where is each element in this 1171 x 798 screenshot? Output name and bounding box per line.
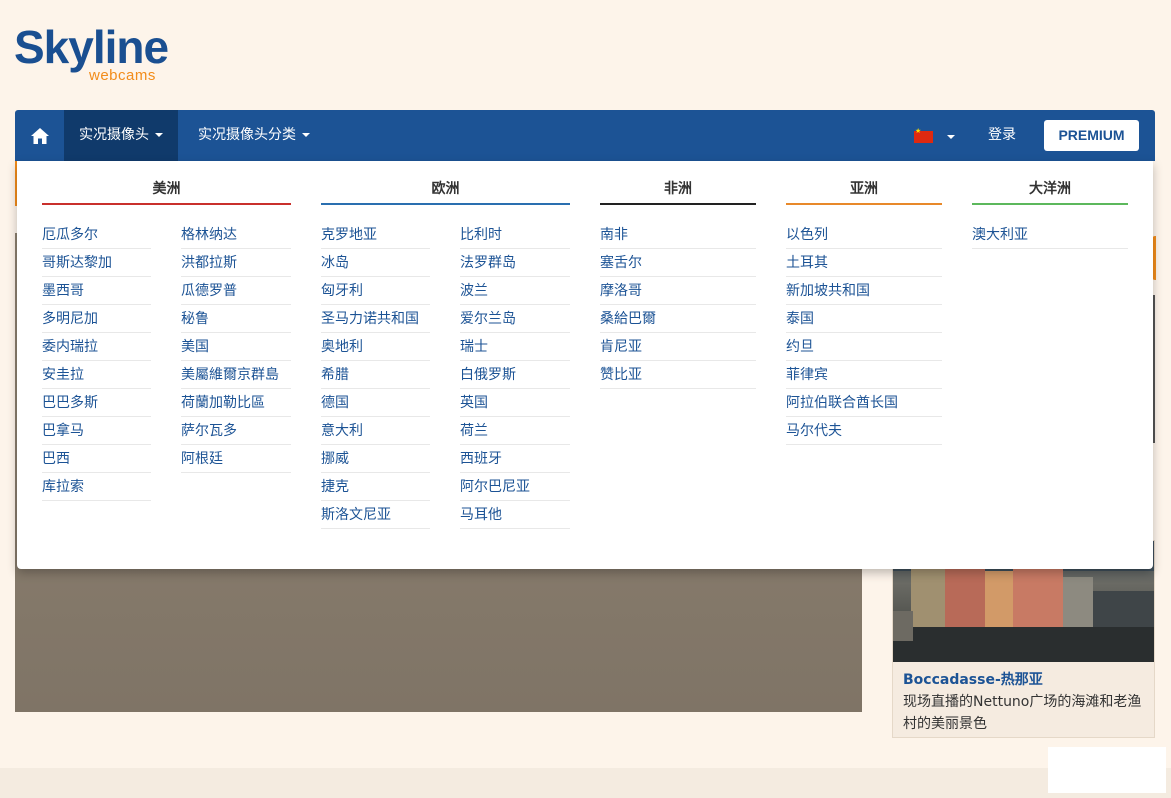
country-link[interactable]: 匈牙利 <box>321 277 430 305</box>
country-link[interactable]: 新加坡共和国 <box>786 277 942 305</box>
country-link[interactable]: 希腊 <box>321 361 430 389</box>
region-underline <box>321 203 570 205</box>
region-title-africa[interactable]: 非洲 <box>600 178 756 198</box>
country-link[interactable]: 多明尼加 <box>42 305 151 333</box>
asia-col-1: 以色列 土耳其 新加坡共和国 泰国 约旦 菲律宾 阿拉伯联合酋长国 马尔代夫 <box>786 221 942 445</box>
country-link[interactable]: 白俄罗斯 <box>460 361 570 389</box>
home-button[interactable] <box>15 110 64 161</box>
region-title-americas[interactable]: 美洲 <box>42 178 291 198</box>
region-underline <box>786 203 942 205</box>
country-link[interactable]: 澳大利亚 <box>972 221 1128 249</box>
country-link[interactable]: 库拉索 <box>42 473 151 501</box>
country-link[interactable]: 南非 <box>600 221 756 249</box>
right-divider-line <box>1153 295 1155 443</box>
login-link[interactable]: 登录 <box>988 110 1016 161</box>
region-title-europe[interactable]: 欧洲 <box>321 178 570 198</box>
region-underline <box>600 203 756 205</box>
blank-box <box>1048 747 1166 793</box>
nav-categories[interactable]: 实况摄像头分类 <box>183 110 325 161</box>
side-webcam-card[interactable]: Boccadasse-热那亚 现场直播的Nettuno广场的海滩和老渔村的美丽景… <box>892 540 1155 738</box>
country-link[interactable]: 厄瓜多尔 <box>42 221 151 249</box>
country-link[interactable]: 赞比亚 <box>600 361 756 389</box>
country-link[interactable]: 塞舌尔 <box>600 249 756 277</box>
country-link[interactable]: 格林纳达 <box>181 221 291 249</box>
country-link[interactable]: 英国 <box>460 389 570 417</box>
region-underline <box>42 203 291 205</box>
country-link[interactable]: 泰国 <box>786 305 942 333</box>
logo-sub-text: webcams <box>89 67 156 84</box>
chevron-down-icon <box>302 133 310 137</box>
nav-live-cams[interactable]: 实况摄像头 <box>64 110 178 161</box>
live-cams-mega-menu: 美洲 厄瓜多尔 哥斯达黎加 墨西哥 多明尼加 委内瑞拉 安圭拉 巴巴多斯 巴拿马 巴西 库拉索 格… <box>17 161 1153 569</box>
country-link[interactable]: 爱尔兰岛 <box>460 305 570 333</box>
china-flag-icon[interactable] <box>914 127 933 143</box>
americas-col-2: 格林纳达 洪都拉斯 瓜德罗普 秘鲁 美国 美屬維爾京群島 荷蘭加勒比區 萨尔瓦多 阿根廷 <box>181 221 291 473</box>
country-link[interactable]: 斯洛文尼亚 <box>321 501 430 529</box>
country-link[interactable]: 阿根廷 <box>181 445 291 473</box>
country-link[interactable]: 美屬維爾京群島 <box>181 361 291 389</box>
language-chevron-down-icon[interactable] <box>947 135 955 139</box>
country-link[interactable]: 马尔代夫 <box>786 417 942 445</box>
country-link[interactable]: 阿拉伯联合酋长国 <box>786 389 942 417</box>
americas-col-1: 厄瓜多尔 哥斯达黎加 墨西哥 多明尼加 委内瑞拉 安圭拉 巴巴多斯 巴拿马 巴西 库拉索 <box>42 221 151 501</box>
side-card-title[interactable]: Boccadasse-热那亚 <box>903 669 1043 689</box>
region-title-oceania[interactable]: 大洋洲 <box>972 178 1128 198</box>
country-link[interactable]: 德国 <box>321 389 430 417</box>
country-link[interactable]: 以色列 <box>786 221 942 249</box>
country-link[interactable]: 桑給巴爾 <box>600 305 756 333</box>
country-link[interactable]: 阿尔巴尼亚 <box>460 473 570 501</box>
country-link[interactable]: 瑞士 <box>460 333 570 361</box>
country-link[interactable]: 瓜德罗普 <box>181 277 291 305</box>
country-link[interactable]: 安圭拉 <box>42 361 151 389</box>
country-link[interactable]: 美国 <box>181 333 291 361</box>
country-link[interactable]: 比利时 <box>460 221 570 249</box>
country-link[interactable]: 荷蘭加勒比區 <box>181 389 291 417</box>
country-link[interactable]: 肯尼亚 <box>600 333 756 361</box>
nav-live-cams-label: 实况摄像头 <box>79 127 149 143</box>
country-link[interactable]: 西班牙 <box>460 445 570 473</box>
side-card-description: 现场直播的Nettuno广场的海滩和老渔村的美丽景色 <box>903 694 1142 732</box>
chevron-down-icon <box>155 133 163 137</box>
country-link[interactable]: 捷克 <box>321 473 430 501</box>
country-link[interactable]: 墨西哥 <box>42 277 151 305</box>
country-link[interactable]: 巴巴多斯 <box>42 389 151 417</box>
country-link[interactable]: 土耳其 <box>786 249 942 277</box>
country-link[interactable]: 萨尔瓦多 <box>181 417 291 445</box>
country-link[interactable]: 巴拿马 <box>42 417 151 445</box>
country-link[interactable]: 摩洛哥 <box>600 277 756 305</box>
home-icon <box>30 127 49 144</box>
country-link[interactable]: 委内瑞拉 <box>42 333 151 361</box>
country-link[interactable]: 马耳他 <box>460 501 570 529</box>
africa-col-1: 南非 塞舌尔 摩洛哥 桑給巴爾 肯尼亚 赞比亚 <box>600 221 756 389</box>
europe-col-2: 比利时 法罗群岛 波兰 爱尔兰岛 瑞士 白俄罗斯 英国 荷兰 西班牙 阿尔巴尼亚 马耳他 <box>460 221 570 529</box>
country-link[interactable]: 挪威 <box>321 445 430 473</box>
country-link[interactable]: 哥斯达黎加 <box>42 249 151 277</box>
region-title-asia[interactable]: 亚洲 <box>786 178 942 198</box>
logo-main-text: Skyline <box>14 21 169 73</box>
country-link[interactable]: 意大利 <box>321 417 430 445</box>
country-link[interactable]: 奥地利 <box>321 333 430 361</box>
footer-band <box>0 768 1171 798</box>
country-link[interactable]: 洪都拉斯 <box>181 249 291 277</box>
country-link[interactable]: 波兰 <box>460 277 570 305</box>
europe-col-1: 克罗地亚 冰岛 匈牙利 圣马力诺共和国 奥地利 希腊 德国 意大利 挪威 捷克 斯洛文尼亚 <box>321 221 430 529</box>
country-link[interactable]: 约旦 <box>786 333 942 361</box>
country-link[interactable]: 荷兰 <box>460 417 570 445</box>
country-link[interactable]: 克罗地亚 <box>321 221 430 249</box>
country-link[interactable]: 圣马力诺共和国 <box>321 305 430 333</box>
main-navbar: 实况摄像头 实况摄像头分类 登录 PREMIUM <box>15 110 1155 161</box>
premium-button[interactable]: PREMIUM <box>1044 120 1139 151</box>
country-link[interactable]: 冰岛 <box>321 249 430 277</box>
country-link[interactable]: 秘鲁 <box>181 305 291 333</box>
country-link[interactable]: 法罗群岛 <box>460 249 570 277</box>
country-link[interactable]: 巴西 <box>42 445 151 473</box>
country-link[interactable]: 菲律宾 <box>786 361 942 389</box>
oceania-col-1: 澳大利亚 <box>972 221 1128 249</box>
nav-categories-label: 实况摄像头分类 <box>198 127 296 143</box>
region-underline <box>972 203 1128 205</box>
site-logo[interactable]: Skyline webcams <box>14 24 194 84</box>
